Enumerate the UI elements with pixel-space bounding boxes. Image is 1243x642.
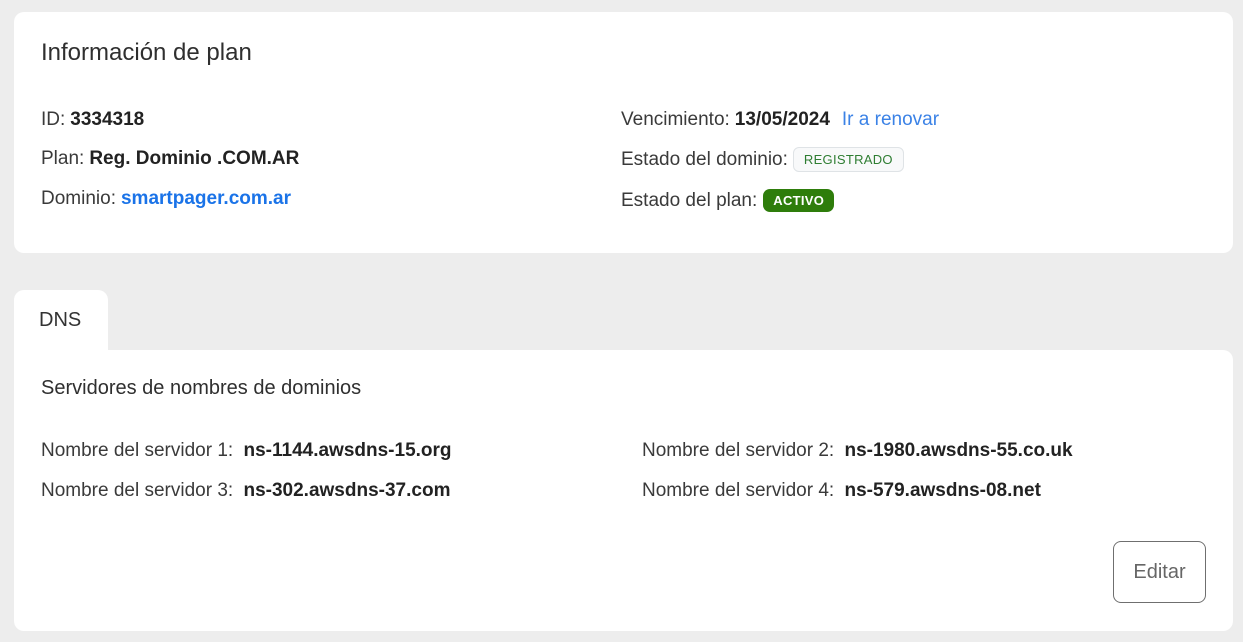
nameserver-3-row: Nombre del servidor 3: ns-302.awsdns-37.… [41,480,450,502]
plan-id-label: ID: [41,109,66,130]
dns-section-title: Servidores de nombres de dominios [41,377,362,399]
plan-name-row: Plan: Reg. Dominio .COM.AR [41,148,299,170]
plan-name-label: Plan: [41,148,85,169]
plan-id-row: ID: 3334318 [41,109,144,131]
nameserver-2-label: Nombre del servidor 2: [642,440,835,461]
renew-link[interactable]: Ir a renovar [842,109,939,131]
domain-status-badge: REGISTRADO [792,147,904,172]
expiry-row: Vencimiento: 13/05/2024 Ir a renovar [621,109,939,131]
domain-row: Dominio: smartpager.com.ar [41,188,291,210]
nameserver-3-value: ns-302.awsdns-37.com [243,480,451,501]
nameserver-3-label: Nombre del servidor 3: [41,480,234,501]
edit-dns-button[interactable]: Editar [1113,541,1206,603]
plan-status-label: Estado del plan: [621,189,758,211]
plan-name-value: Reg. Dominio .COM.AR [89,148,300,169]
nameserver-4-row: Nombre del servidor 4: ns-579.awsdns-08.… [642,480,1041,502]
plan-status-badge: ACTIVO [763,189,835,212]
expiry-label: Vencimiento: [621,109,730,130]
plan-id-value: 3334318 [70,109,145,130]
tab-dns-label: DNS [39,309,82,331]
dns-card: Servidores de nombres de dominios Nombre… [14,350,1233,631]
plan-status-row: Estado del plan: ACTIVO [621,189,835,212]
nameserver-4-value: ns-579.awsdns-08.net [844,480,1041,501]
domain-label: Dominio: [41,188,116,209]
plan-info-card: Información de plan ID: 3334318 Plan: Re… [14,12,1233,253]
plan-info-title: Información de plan [41,39,252,66]
domain-link[interactable]: smartpager.com.ar [121,188,291,210]
expiry-value: 13/05/2024 [734,109,830,130]
nameserver-1-label: Nombre del servidor 1: [41,440,234,461]
domain-status-label: Estado del dominio: [621,148,788,170]
tab-dns[interactable]: DNS [14,290,108,352]
nameserver-4-label: Nombre del servidor 4: [642,480,835,501]
nameserver-2-row: Nombre del servidor 2: ns-1980.awsdns-55… [642,440,1073,462]
nameserver-1-value: ns-1144.awsdns-15.org [243,440,452,461]
nameserver-2-value: ns-1980.awsdns-55.co.uk [844,440,1073,461]
domain-status-row: Estado del dominio: REGISTRADO [621,147,904,172]
nameserver-1-row: Nombre del servidor 1: ns-1144.awsdns-15… [41,440,452,462]
